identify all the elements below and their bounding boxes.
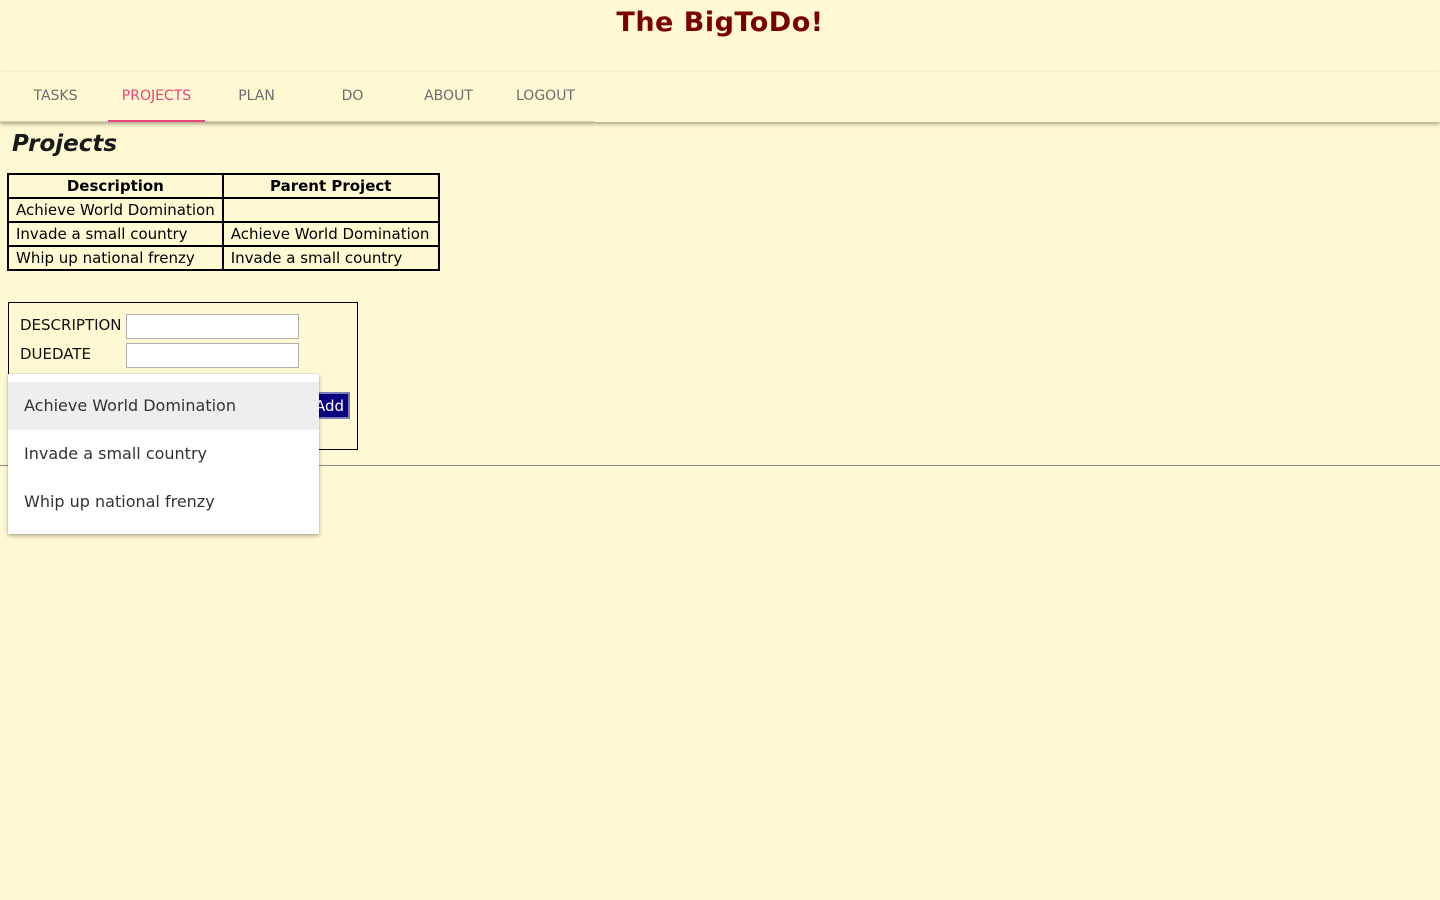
tab-tasks[interactable]: TASKS — [0, 72, 111, 120]
projects-table: Description Parent Project Achieve World… — [7, 173, 440, 271]
table-row: Whip up national frenzy Invade a small c… — [7, 245, 440, 271]
table-row: Achieve World Domination — [7, 197, 440, 223]
cell-parent-project: Achieve World Domination — [221, 221, 440, 247]
cell-description: Achieve World Domination — [7, 197, 224, 223]
dropdown-option-whip-up-national-frenzy[interactable]: Whip up national frenzy — [8, 478, 319, 526]
dropdown-option-invade-a-small-country[interactable]: Invade a small country — [8, 430, 319, 478]
cell-parent-project: Invade a small country — [221, 245, 440, 271]
cell-parent-project — [221, 197, 440, 223]
parent-project-dropdown: Achieve World Domination Invade a small … — [8, 374, 319, 534]
column-header-description: Description — [7, 173, 224, 199]
cell-description: Whip up national frenzy — [7, 245, 224, 271]
duedate-field[interactable] — [126, 343, 299, 368]
tab-projects[interactable]: PROJECTS — [108, 72, 205, 122]
cell-description: Invade a small country — [7, 221, 224, 247]
tab-logout[interactable]: LOGOUT — [497, 72, 594, 120]
nav-tabs: TASKS PROJECTS PLAN DO ABOUT LOGOUT — [0, 72, 595, 122]
dropdown-option-achieve-world-domination[interactable]: Achieve World Domination — [8, 382, 319, 430]
table-row: Invade a small country Achieve World Dom… — [7, 221, 440, 247]
tab-do[interactable]: DO — [304, 72, 401, 120]
page-title: Projects — [12, 131, 118, 157]
description-field[interactable] — [126, 314, 299, 339]
app-title: The BigToDo! — [616, 7, 824, 38]
tab-plan[interactable]: PLAN — [208, 72, 305, 120]
tab-about[interactable]: ABOUT — [400, 72, 497, 120]
nav-tabbar: TASKS PROJECTS PLAN DO ABOUT LOGOUT — [0, 72, 1440, 122]
description-label: DESCRIPTION — [20, 316, 122, 334]
table-header-row: Description Parent Project — [7, 173, 440, 199]
column-header-parent-project: Parent Project — [221, 173, 440, 199]
duedate-label: DUEDATE — [20, 345, 92, 363]
